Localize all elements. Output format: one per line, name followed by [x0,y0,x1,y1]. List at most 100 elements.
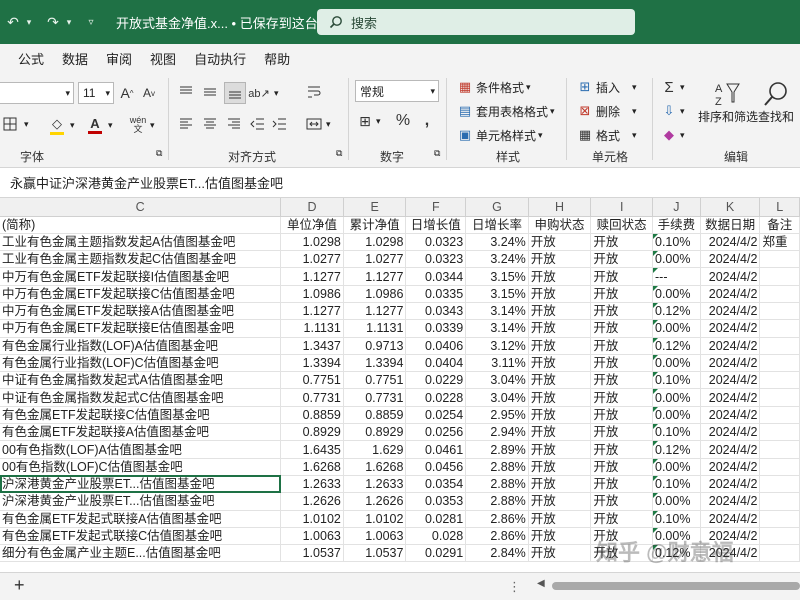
field-header-cell[interactable]: 日增长值 [405,216,467,234]
cell-note[interactable] [759,510,800,528]
cell-nav[interactable]: 1.1277 [280,302,344,321]
column-header-e[interactable]: E [343,198,407,217]
cell-fee[interactable]: 0.12% [652,302,701,321]
cell-date[interactable]: 2024/4/2 [700,492,761,511]
horizontal-scrollbar[interactable] [552,582,800,590]
menu-automate[interactable]: 自动执行 [194,49,246,68]
cell-name[interactable]: 有色金属ETF发起联接C估值图基金吧 [0,406,282,425]
decrease-indent-button[interactable] [250,116,266,132]
cell-buy[interactable]: 开放 [528,388,592,407]
cell-buy[interactable]: 开放 [528,423,592,442]
cell-buy[interactable]: 开放 [528,475,592,494]
cell-date[interactable]: 2024/4/2 [700,354,761,373]
cell-sell[interactable]: 开放 [590,510,653,528]
cell-chg[interactable]: 0.0404 [405,354,467,373]
cell-nav[interactable]: 0.7731 [280,388,344,407]
alignment-dialog-launcher-icon[interactable]: ⧉ [336,148,342,159]
cell-note[interactable] [759,319,800,338]
cell-sell[interactable]: 开放 [590,475,653,494]
cell-buy[interactable]: 开放 [528,440,592,459]
cell-sell[interactable]: 开放 [590,371,653,390]
cell-fee[interactable]: 0.00% [652,319,701,338]
menu-formulas[interactable]: 公式 [18,49,44,68]
cell-styles-button[interactable]: ▣ 单元格样式 ▾ [456,126,543,144]
cell-sell[interactable]: 开放 [590,354,653,373]
cell-rate[interactable]: 3.14% [465,302,529,321]
cell-nav[interactable]: 1.0102 [280,510,344,528]
cell-sell[interactable]: 开放 [590,440,653,459]
cell-rate[interactable]: 2.88% [465,458,529,476]
cell-note[interactable] [759,475,800,494]
cell-acc[interactable]: 1.629 [343,440,407,459]
cell-sell[interactable]: 开放 [590,458,653,476]
cell-acc[interactable]: 1.2626 [343,492,407,511]
cell-nav[interactable]: 1.1277 [280,267,344,286]
cell-acc[interactable]: 1.2633 [343,475,407,494]
cell-sell[interactable]: 开放 [590,337,653,355]
decrease-font-button[interactable]: Av [140,84,158,102]
cell-name[interactable]: 中万有色金属ETF发起联接I估值图基金吧 [0,267,282,286]
menu-data[interactable]: 数据 [62,49,88,68]
cell-nav[interactable]: 0.8929 [280,423,344,442]
cell-fee[interactable]: 0.10% [652,510,701,528]
undo-dropdown-icon[interactable]: ▾ [24,11,34,33]
format-cells-button[interactable]: ▦ 格式 ▾ [576,126,637,144]
font-size-box[interactable]: 11 ▾ [78,82,114,104]
cell-rate[interactable]: 2.95% [465,406,529,425]
cell-nav[interactable]: 0.8859 [280,406,344,425]
cell-date[interactable]: 2024/4/2 [700,250,761,269]
cell-nav[interactable]: 1.2633 [280,475,344,494]
cell-acc[interactable]: 1.1131 [343,319,407,338]
menu-view[interactable]: 视图 [150,49,176,68]
column-header-j[interactable]: J [652,198,701,217]
cell-chg[interactable]: 0.0281 [405,510,467,528]
cell-sell[interactable]: 开放 [590,388,653,407]
column-header-d[interactable]: D [280,198,344,217]
cell-note[interactable] [759,440,800,459]
cell-note[interactable] [759,267,800,286]
cell-name[interactable]: 工业有色金属主题指数发起C估值图基金吧 [0,250,282,269]
align-bottom-button[interactable] [224,82,246,104]
cell-chg[interactable]: 0.0456 [405,458,467,476]
cell-rate[interactable]: 3.14% [465,319,529,338]
cell-sell[interactable]: 开放 [590,319,653,338]
cell-nav[interactable]: 1.0298 [280,233,344,252]
cell-note[interactable] [759,337,800,355]
cell-rate[interactable]: 2.94% [465,423,529,442]
cell-fee[interactable]: 0.10% [652,423,701,442]
cell-note[interactable] [759,544,800,563]
align-center-button[interactable] [202,116,218,132]
align-middle-button[interactable] [202,84,218,100]
cell-nav[interactable]: 1.0063 [280,527,344,546]
menu-review[interactable]: 审阅 [106,49,132,68]
cell-buy[interactable]: 开放 [528,250,592,269]
cell-sell[interactable]: 开放 [590,406,653,425]
scroll-left-icon[interactable]: ◀ [537,578,545,589]
cell-fee[interactable]: 0.00% [652,458,701,476]
cell-acc[interactable]: 1.0102 [343,510,407,528]
column-header-i[interactable]: I [590,198,653,217]
cell-fee[interactable]: 0.00% [652,285,701,303]
cell-buy[interactable]: 开放 [528,527,592,546]
cell-fee[interactable]: --- [652,267,701,286]
cell-note[interactable] [759,371,800,390]
borders-button[interactable]: ▾ [2,116,29,132]
cell-buy[interactable]: 开放 [528,406,592,425]
cell-fee[interactable]: 0.10% [652,475,701,494]
cell-rate[interactable]: 3.15% [465,285,529,303]
cell-name[interactable]: 中万有色金属ETF发起联接E估值图基金吧 [0,319,282,338]
cell-name[interactable]: 有色金属行业指数(LOF)C估值图基金吧 [0,354,282,373]
cell-sell[interactable]: 开放 [590,267,653,286]
delete-cells-button[interactable]: ⊠ 删除 ▾ [576,102,637,120]
font-dialog-launcher-icon[interactable]: ⧉ [156,148,162,159]
field-header-cell[interactable]: 申购状态 [528,216,592,234]
cell-fee[interactable]: 0.10% [652,371,701,390]
cell-date[interactable]: 2024/4/2 [700,371,761,390]
cell-note[interactable] [759,406,800,425]
cell-nav[interactable]: 1.2626 [280,492,344,511]
accounting-format-button[interactable]: ⊞ ▾ [356,112,380,130]
search-box[interactable]: 搜索 [317,9,635,35]
cell-fee[interactable]: 0.00% [652,250,701,269]
cell-date[interactable]: 2024/4/2 [700,319,761,338]
cell-name[interactable]: 中万有色金属ETF发起联接A估值图基金吧 [0,302,282,321]
